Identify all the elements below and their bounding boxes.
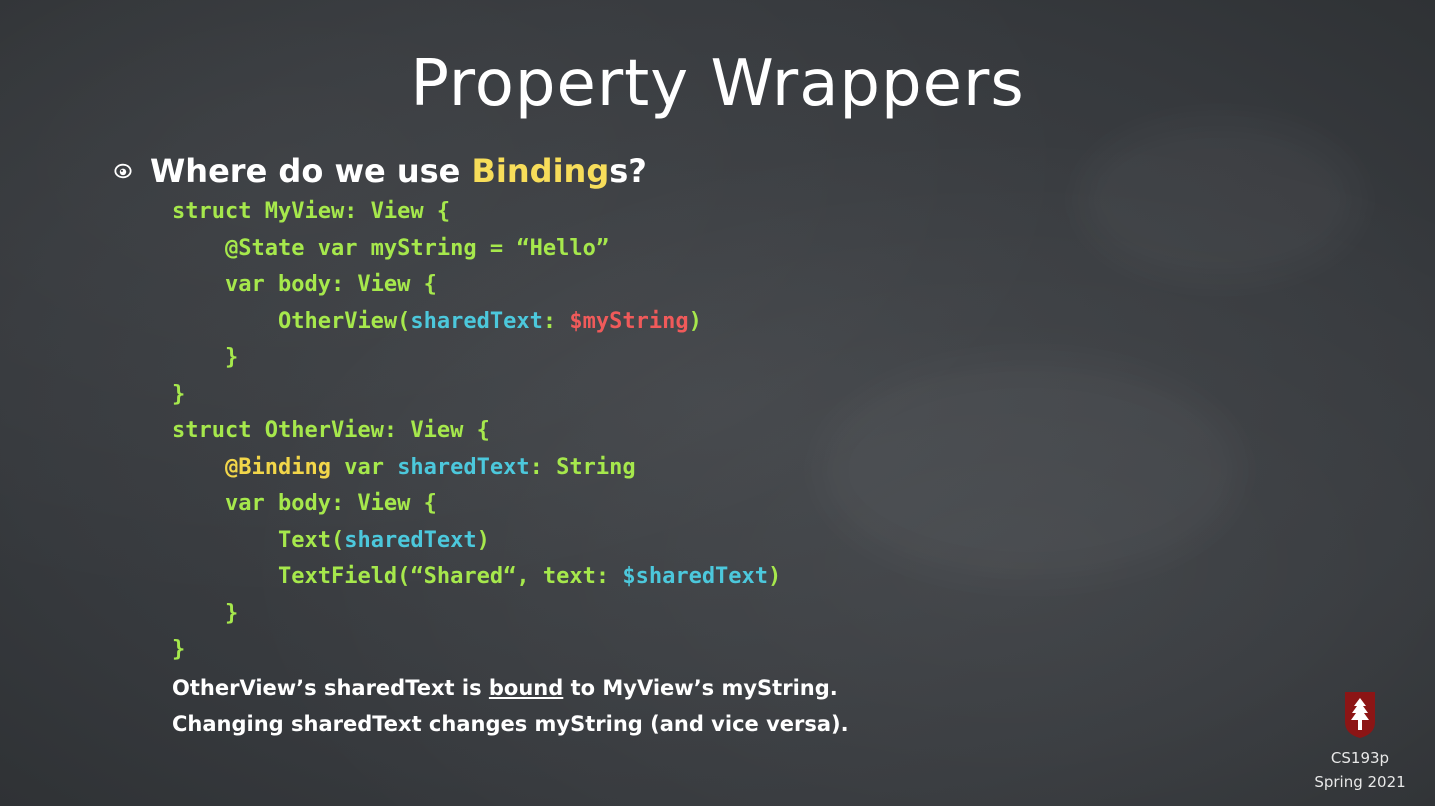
slide-title: Property Wrappers (410, 47, 1025, 121)
code-line: @Binding var sharedText: String (172, 450, 781, 487)
code-line: struct OtherView: View { (172, 413, 781, 450)
code-token: } (172, 637, 186, 662)
code-token: ) (768, 564, 782, 589)
code-token: OtherView( (277, 308, 411, 334)
code-line: } (172, 632, 781, 669)
code-line: } (172, 596, 781, 633)
code-token: sharedText (344, 527, 477, 553)
note-line-1-a: OtherView’s sharedText is (172, 676, 489, 700)
code-line: var body: View { (172, 267, 781, 304)
code-token: } (224, 345, 239, 370)
code-line: OtherView(sharedText: $myString) (172, 304, 781, 341)
slide: Property Wrappers Where do we use Bindin… (0, 0, 1435, 806)
code-line: Text(sharedText) (172, 523, 781, 560)
code-token: var body: View { (224, 491, 437, 516)
code-token: @State var myString = “Hello” (224, 235, 610, 261)
code-token: var (330, 454, 398, 480)
chalk-smudge (820, 360, 1240, 580)
code-line: struct MyView: View { (172, 194, 781, 231)
code-token: ) (688, 308, 702, 334)
code-token: @Binding (224, 454, 331, 480)
code-token: : String (529, 454, 636, 480)
code-token: $sharedText (622, 564, 769, 589)
code-token: var body: View { (224, 272, 437, 297)
code-token: struct MyView: View { (172, 199, 451, 224)
code-token: $myString (569, 308, 689, 334)
note-line-1: OtherView’s sharedText is bound to MyVie… (172, 670, 849, 706)
code-block: struct MyView: View { @State var myStrin… (172, 194, 781, 669)
code-token: : (542, 308, 570, 334)
code-line: } (172, 377, 781, 414)
code-line: @State var myString = “Hello” (172, 231, 781, 268)
code-token: struct OtherView: View { (172, 418, 490, 443)
chalk-smudge (1080, 120, 1360, 280)
code-token: } (172, 381, 186, 407)
eye-icon (114, 163, 132, 179)
note-line-2: Changing sharedText changes myString (an… (172, 712, 849, 736)
code-line: } (172, 340, 781, 377)
code-token: } (224, 600, 239, 626)
course-term: Spring 2021 (1314, 773, 1406, 791)
code-token: Text( (277, 527, 345, 553)
code-line: TextField(“Shared“, text: $sharedText) (172, 559, 781, 596)
course-footer: CS193p Spring 2021 (1296, 746, 1424, 794)
course-name: CS193p (1330, 749, 1390, 767)
notes: OtherView’s sharedText is bound to MyVie… (172, 670, 849, 742)
bullet-text-highlight: Binding (471, 152, 610, 190)
code-token: TextField(“Shared“, text: (277, 564, 623, 589)
note-line-1-underlined: bound (488, 676, 564, 700)
note-line-1-b: to MyView’s myString. (563, 676, 838, 700)
bullet-text-suffix: s? (609, 152, 647, 190)
code-token: sharedText (410, 308, 543, 334)
code-token: sharedText (397, 454, 530, 480)
bullet-row: Where do we use Bindings? (114, 148, 647, 194)
bullet-text: Where do we use Bindings? (150, 152, 647, 190)
code-line: var body: View { (172, 486, 781, 523)
stanford-tree-logo (1345, 692, 1375, 738)
code-token: ) (476, 527, 490, 553)
bullet-text-prefix: Where do we use (150, 152, 472, 190)
